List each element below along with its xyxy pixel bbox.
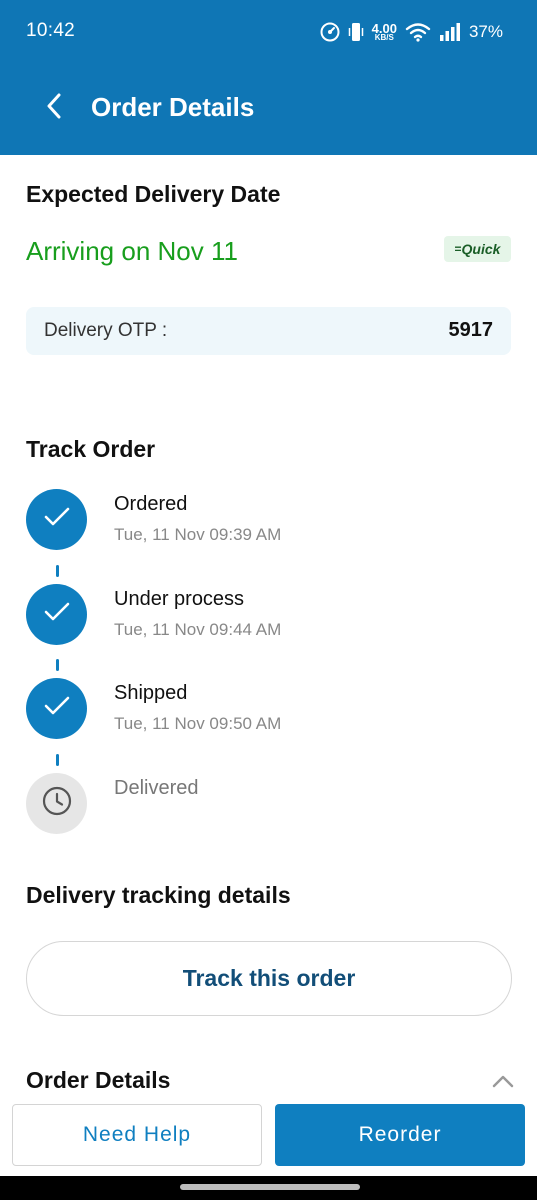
- step-label: Shipped: [114, 682, 188, 704]
- track-connector: [56, 659, 59, 671]
- back-button[interactable]: [34, 88, 74, 128]
- app-header: 10:42 4.00 KB/S 37% Order Details: [0, 0, 537, 155]
- step-time: Tue, 11 Nov 09:39 AM: [114, 525, 282, 544]
- track-step-shipped: Shipped Tue, 11 Nov 09:50 AM: [26, 678, 516, 740]
- status-time: 10:42: [26, 20, 76, 41]
- system-nav-bar: [0, 1176, 537, 1200]
- track-step-under-process: Under process Tue, 11 Nov 09:44 AM: [26, 584, 516, 646]
- signal-icon: [439, 22, 461, 42]
- network-speed-unit: KB/S: [374, 33, 394, 43]
- track-step-delivered: Delivered: [26, 773, 516, 835]
- order-details-heading[interactable]: Order Details: [26, 1067, 170, 1094]
- check-icon: [44, 507, 70, 532]
- chevron-up-icon[interactable]: [490, 1068, 516, 1094]
- status-bar: 10:42 4.00 KB/S 37%: [0, 0, 537, 64]
- page-title: Order Details: [91, 92, 255, 122]
- need-help-button[interactable]: Need Help: [12, 1104, 262, 1166]
- step-done-circle: [26, 489, 87, 550]
- quick-badge: = Quick: [444, 236, 511, 262]
- quick-badge-label: Quick: [461, 241, 501, 257]
- step-pending-circle: [26, 773, 87, 834]
- check-icon: [44, 602, 70, 627]
- chevron-left-icon: [46, 93, 62, 124]
- network-speed: 4.00 KB/S: [372, 22, 397, 43]
- track-step-ordered: Ordered Tue, 11 Nov 09:39 AM: [26, 489, 516, 551]
- expected-delivery-heading: Expected Delivery Date: [26, 181, 281, 207]
- delivery-tracking-heading: Delivery tracking details: [26, 882, 291, 908]
- data-saver-icon: [320, 22, 340, 42]
- battery-level: 37%: [468, 22, 503, 41]
- home-indicator[interactable]: [180, 1184, 360, 1190]
- track-connector: [56, 754, 59, 766]
- track-connector: [56, 565, 59, 577]
- otp-value: 5917: [448, 319, 494, 341]
- step-label: Under process: [114, 588, 245, 610]
- vibrate-icon: [348, 21, 364, 43]
- wifi-icon: [405, 22, 431, 42]
- track-order-heading: Track Order: [26, 436, 156, 462]
- step-done-circle: [26, 584, 87, 645]
- status-icons: 4.00 KB/S 37%: [320, 18, 503, 46]
- reorder-button[interactable]: Reorder: [275, 1104, 525, 1166]
- check-icon: [44, 696, 70, 721]
- step-label: Delivered: [114, 777, 199, 799]
- arriving-date: Arriving on Nov 11: [26, 236, 238, 266]
- otp-label: Delivery OTP :: [44, 320, 168, 341]
- bottom-action-bar: Need Help Reorder: [0, 1100, 537, 1176]
- step-label: Ordered: [114, 493, 188, 515]
- quick-badge-mark: =: [454, 242, 462, 256]
- step-done-circle: [26, 678, 87, 739]
- delivery-otp-box: Delivery OTP : 5917: [26, 307, 511, 355]
- clock-icon: [41, 785, 73, 822]
- track-this-order-button[interactable]: Track this order: [26, 941, 512, 1016]
- step-time: Tue, 11 Nov 09:50 AM: [114, 714, 282, 733]
- step-time: Tue, 11 Nov 09:44 AM: [114, 620, 282, 639]
